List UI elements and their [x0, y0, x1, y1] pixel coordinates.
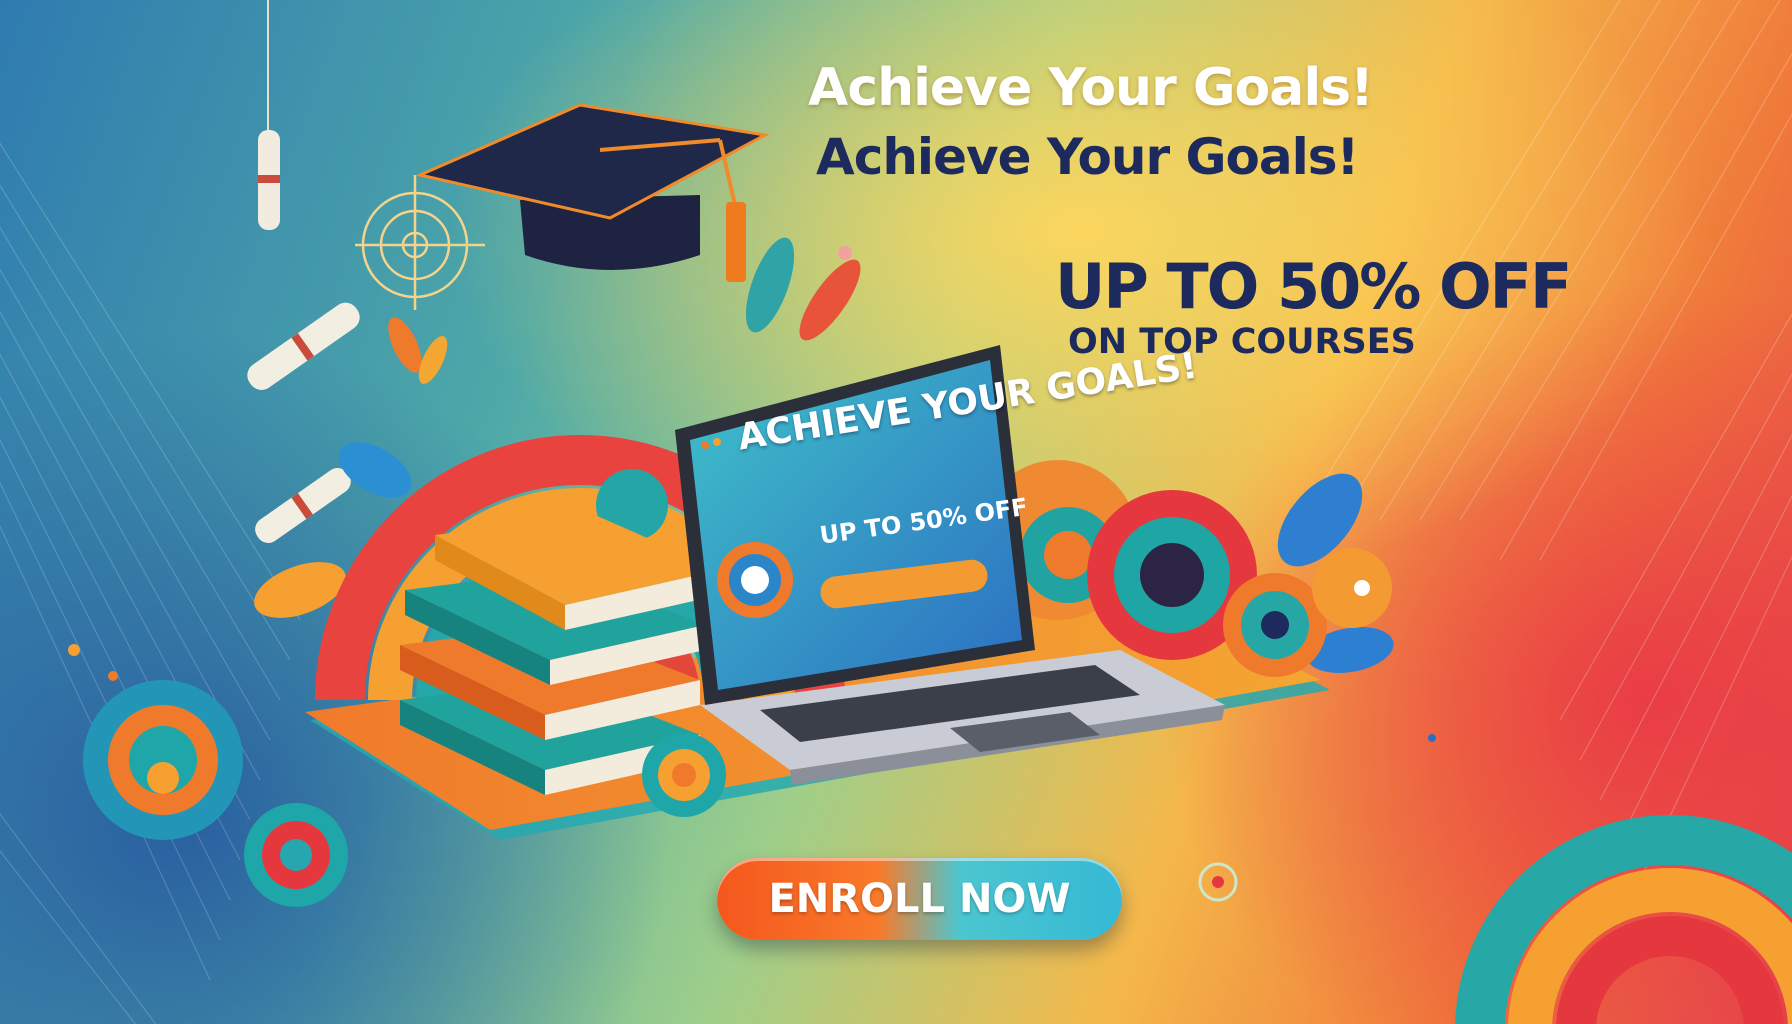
promo-banner: Achieve Your Goals! Achieve Your Goals! … — [0, 0, 1792, 1024]
diploma-scroll-icon — [258, 130, 280, 230]
graduation-cap-icon — [415, 103, 770, 282]
rainbow-arc — [1455, 815, 1792, 1024]
target-icon — [355, 175, 485, 310]
diploma-scroll-icon — [247, 302, 360, 390]
diploma-scroll-icon — [255, 468, 351, 543]
enroll-now-button[interactable]: ENROLL NOW — [717, 858, 1122, 940]
